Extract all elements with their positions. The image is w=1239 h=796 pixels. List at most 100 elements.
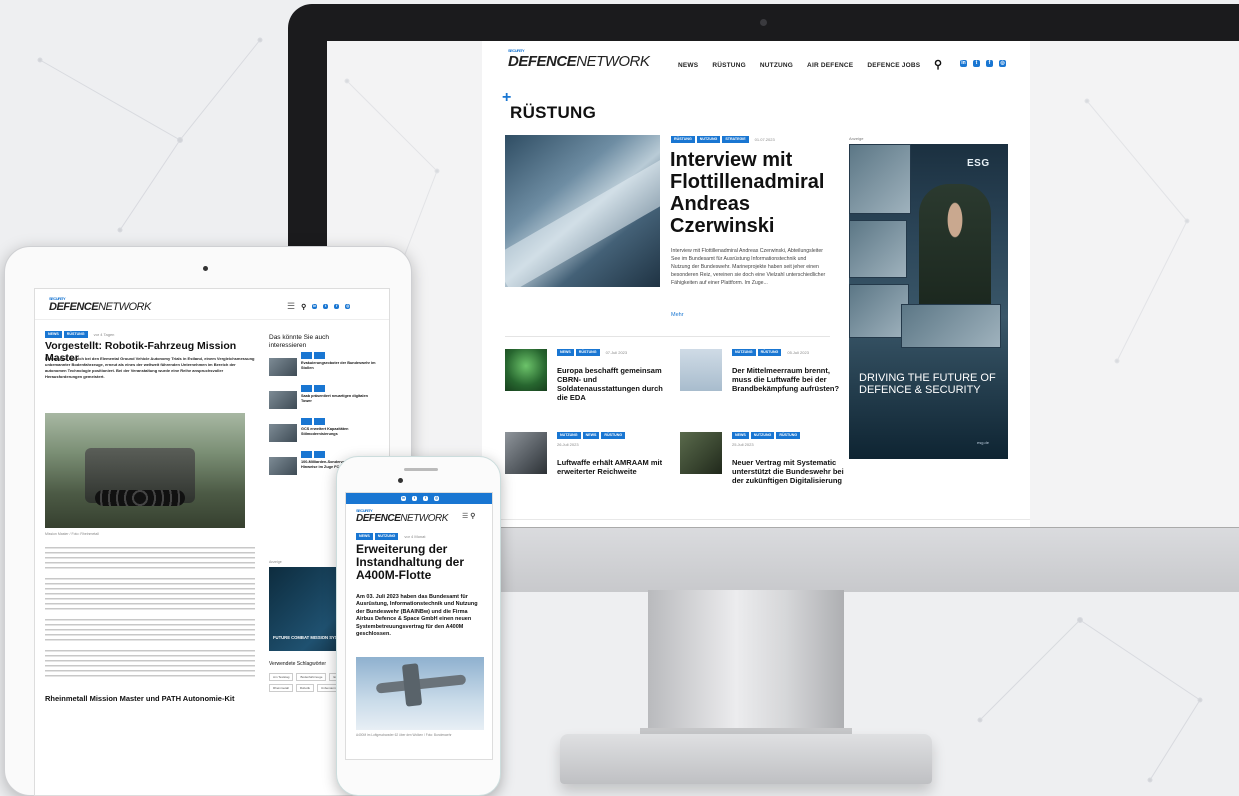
logo-light: NETWORK xyxy=(576,53,650,70)
facebook-icon[interactable]: f xyxy=(334,304,340,309)
menu-icon[interactable]: ☰ xyxy=(287,301,295,312)
instagram-icon[interactable]: ◎ xyxy=(434,496,439,501)
related-title: GCS erweitert Kapazitäten Stilmodernisie… xyxy=(301,427,349,436)
divider xyxy=(505,336,830,337)
card-tag[interactable]: RÜSTUNG xyxy=(575,349,600,356)
related-item[interactable]: Saab präsentiert neuartigen digitalen To… xyxy=(269,385,379,411)
article-image[interactable] xyxy=(45,413,245,528)
ad-collage-tile xyxy=(901,304,1001,348)
logo-bold: DEFENCE xyxy=(356,513,401,524)
nav-ruestung[interactable]: RÜSTUNG xyxy=(712,62,746,69)
logo-bold: DEFENCE xyxy=(49,301,99,313)
related-tags xyxy=(301,451,325,458)
card-date: 05.Juli 2023 xyxy=(787,350,809,355)
card-title[interactable]: Neuer Vertrag mit Systematic unterstützt… xyxy=(732,458,844,485)
card-tag[interactable]: NEWS xyxy=(732,432,749,439)
site-header: SECURITY DEFENCENETWORK NEWS RÜSTUNG NUT… xyxy=(482,41,1030,91)
card-date: 26.Juli 2023 xyxy=(557,442,579,447)
related-tag xyxy=(301,385,312,392)
article-card[interactable]: NEWS NUTZUNG RÜSTUNG 25.Juli 2023 Neuer … xyxy=(680,432,845,492)
card-tag[interactable]: NUTZUNG xyxy=(750,432,775,439)
logo-light: NETWORK xyxy=(400,513,448,524)
card-tags: NEWS RÜSTUNG 07.Juli 2023 xyxy=(557,349,627,356)
menu-icon[interactable]: ☰ xyxy=(462,513,468,520)
related-tag xyxy=(314,418,325,425)
card-tags: NUTZUNG NEWS RÜSTUNG xyxy=(557,432,626,439)
ad-collage-tile xyxy=(849,144,911,214)
card-tag[interactable]: NUTZUNG xyxy=(732,349,756,356)
ad-soldier-image xyxy=(919,184,991,304)
image-caption: Mission Master / Foto: Rheinmetall xyxy=(45,532,99,536)
card-tag[interactable]: RÜSTUNG xyxy=(776,432,801,439)
article-tag[interactable]: RÜSTUNG xyxy=(63,331,88,338)
hero-image[interactable] xyxy=(505,135,660,287)
hero-title[interactable]: Interview mit Flottillenadmiral Andreas … xyxy=(670,149,845,237)
article-body-placeholder xyxy=(45,547,255,686)
card-title[interactable]: Luftwaffe erhält AMRAAM mit erweiterter … xyxy=(557,458,669,476)
camera-icon xyxy=(203,266,208,271)
nav-defence-jobs[interactable]: DEFENCE JOBS xyxy=(867,62,920,69)
keyword-chip[interactable]: Rheinmetall xyxy=(269,684,293,692)
article-image[interactable] xyxy=(356,657,484,730)
article-card[interactable]: NEWS RÜSTUNG 07.Juli 2023 Europa beschaf… xyxy=(505,349,670,409)
hero-tag[interactable]: NUTZUNG xyxy=(696,136,721,143)
related-tag xyxy=(301,352,312,359)
related-tags xyxy=(301,418,325,425)
keyword-chip[interactable]: Am Teststag xyxy=(269,673,294,681)
related-tag xyxy=(301,451,312,458)
ad-collage-tile xyxy=(849,220,907,278)
social-links: in t f ◎ xyxy=(960,60,1006,67)
article-card[interactable]: NUTZUNG RÜSTUNG 05.Juli 2023 Der Mittelm… xyxy=(680,349,845,409)
instagram-icon[interactable]: ◎ xyxy=(999,60,1006,67)
related-thumbnail xyxy=(269,457,297,475)
facebook-icon[interactable]: f xyxy=(986,60,993,67)
article-tag[interactable]: NEWS xyxy=(45,331,62,338)
card-title[interactable]: Der Mittelmeerraum brennt, muss die Luft… xyxy=(732,366,844,393)
search-icon[interactable]: ⚲ xyxy=(301,303,306,311)
nav-air-defence[interactable]: AIR DEFENCE xyxy=(807,62,853,69)
keyword-chip[interactable]: Robotik xyxy=(295,684,315,692)
site-logo[interactable]: SECURITY DEFENCENETWORK xyxy=(508,49,650,71)
article-lede: Am 03. Juli 2023 haben das Bundesamt für… xyxy=(356,594,478,638)
article-subheading: Rheinmetall Mission Master und PATH Auto… xyxy=(45,694,235,703)
card-tag[interactable]: RÜSTUNG xyxy=(757,349,782,356)
site-logo[interactable]: SECURITY DEFENCENETWORK xyxy=(356,509,448,525)
keyword-chip[interactable]: Bodenfahrzeuge xyxy=(296,673,327,681)
article-card[interactable]: NUTZUNG NEWS RÜSTUNG 26.Juli 2023 Luftwa… xyxy=(505,432,670,492)
linkedin-icon[interactable]: in xyxy=(401,496,406,501)
twitter-icon[interactable]: t xyxy=(973,60,980,67)
search-icon[interactable]: ⚲ xyxy=(470,513,475,520)
instagram-icon[interactable]: ◎ xyxy=(345,304,351,309)
card-tags: NUTZUNG RÜSTUNG 05.Juli 2023 xyxy=(732,349,809,356)
article-tag[interactable]: NUTZUNG xyxy=(374,533,399,540)
ad-banner[interactable]: ESG DRIVING THE FUTURE OF DEFENCE & SECU… xyxy=(849,144,1008,459)
article-tags: NEWS RÜSTUNG vor 4 Tagen xyxy=(45,331,114,338)
card-title[interactable]: Europa beschafft gemeinsam CBRN- und Sol… xyxy=(557,366,669,402)
hero-tag[interactable]: RÜSTUNG xyxy=(671,136,695,143)
section-title: RÜSTUNG xyxy=(510,103,597,122)
search-icon[interactable]: ⚲ xyxy=(934,58,942,71)
twitter-icon[interactable]: t xyxy=(412,496,417,501)
hero-more-link[interactable]: Mehr xyxy=(671,312,684,318)
nav-news[interactable]: NEWS xyxy=(678,62,698,69)
linkedin-icon[interactable]: in xyxy=(960,60,967,67)
article-tag[interactable]: NEWS xyxy=(356,533,373,540)
nav-nutzung[interactable]: NUTZUNG xyxy=(760,62,793,69)
card-date: 25.Juli 2023 xyxy=(732,442,754,447)
card-tag[interactable]: NEWS xyxy=(582,432,600,439)
site-logo[interactable]: SECURITY DEFENCENETWORK xyxy=(49,297,151,314)
desktop-website: SECURITY DEFENCENETWORK NEWS RÜSTUNG NUT… xyxy=(482,41,1030,529)
image-caption: A400M im Luftgeschwader 62 über den Wolk… xyxy=(356,733,452,737)
related-item[interactable]: Evakuierungsroboter der Bundeswehr im St… xyxy=(269,352,379,378)
card-tag[interactable]: NUTZUNG xyxy=(557,432,581,439)
facebook-icon[interactable]: f xyxy=(423,496,428,501)
related-item[interactable]: GCS erweitert Kapazitäten Stilmodernisie… xyxy=(269,418,379,444)
card-tag[interactable]: RÜSTUNG xyxy=(601,432,626,439)
ad-label: Anzeige xyxy=(269,560,282,564)
linkedin-icon[interactable]: in xyxy=(312,304,318,309)
related-title: Evakuierungsroboter der Bundeswehr im St… xyxy=(301,361,376,370)
hero-tag[interactable]: STRATEGIE xyxy=(722,136,749,143)
social-bar: in t f ◎ xyxy=(346,493,492,504)
twitter-icon[interactable]: t xyxy=(323,304,329,309)
card-tag[interactable]: NEWS xyxy=(557,349,574,356)
